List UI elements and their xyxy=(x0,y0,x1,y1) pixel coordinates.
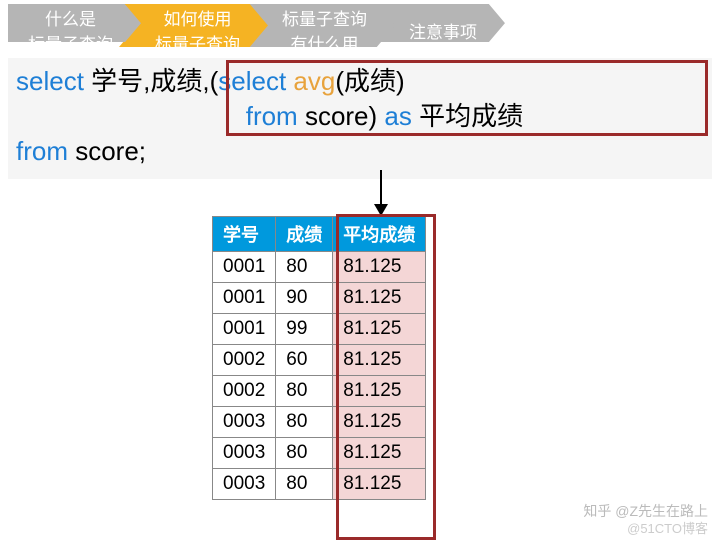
column-highlight-box xyxy=(336,214,436,540)
col-header: 成绩 xyxy=(276,217,333,252)
col-header: 学号 xyxy=(213,217,276,252)
table-cell: 90 xyxy=(276,283,333,314)
breadcrumb-nav: 什么是标量子查询如何使用标量子查询标量子查询有什么用注意事项 xyxy=(0,0,720,56)
table-cell: 80 xyxy=(276,252,333,283)
table-cell: 80 xyxy=(276,407,333,438)
table-cell: 80 xyxy=(276,438,333,469)
crumb-line1: 注意事项 xyxy=(409,18,477,43)
kw-select: select xyxy=(16,66,84,96)
table-cell: 0002 xyxy=(213,345,276,376)
arrow-down-icon xyxy=(380,170,388,216)
crumb-line1: 什么是 xyxy=(45,5,96,30)
kw-from-outer: from xyxy=(16,136,68,166)
table-cell: 0003 xyxy=(213,438,276,469)
table-cell: 0002 xyxy=(213,376,276,407)
breadcrumb-step-1: 如何使用标量子查询 xyxy=(119,4,268,56)
table-cell: 0001 xyxy=(213,252,276,283)
table-cell: 80 xyxy=(276,376,333,407)
crumb-line2: 有什么用 xyxy=(291,30,359,55)
table-cell: 0001 xyxy=(213,314,276,345)
table-cell: 0001 xyxy=(213,283,276,314)
table-cell: 60 xyxy=(276,345,333,376)
sql-score2: score; xyxy=(68,136,146,166)
breadcrumb-step-0: 什么是标量子查询 xyxy=(8,4,141,56)
table-cell: 80 xyxy=(276,469,333,500)
crumb-line1: 标量子查询 xyxy=(282,5,367,30)
watermark-2: @51CTO博客 xyxy=(627,518,708,537)
breadcrumb-step-2: 标量子查询有什么用 xyxy=(246,4,395,56)
table-cell: 99 xyxy=(276,314,333,345)
table-cell: 0003 xyxy=(213,469,276,500)
crumb-line2: 标量子查询 xyxy=(155,30,240,55)
sql-cols: 学号,成绩,( xyxy=(84,66,218,96)
subquery-highlight-box xyxy=(226,60,708,136)
table-cell: 0003 xyxy=(213,407,276,438)
crumb-line2: 标量子查询 xyxy=(28,30,113,55)
crumb-line1: 如何使用 xyxy=(164,5,232,30)
